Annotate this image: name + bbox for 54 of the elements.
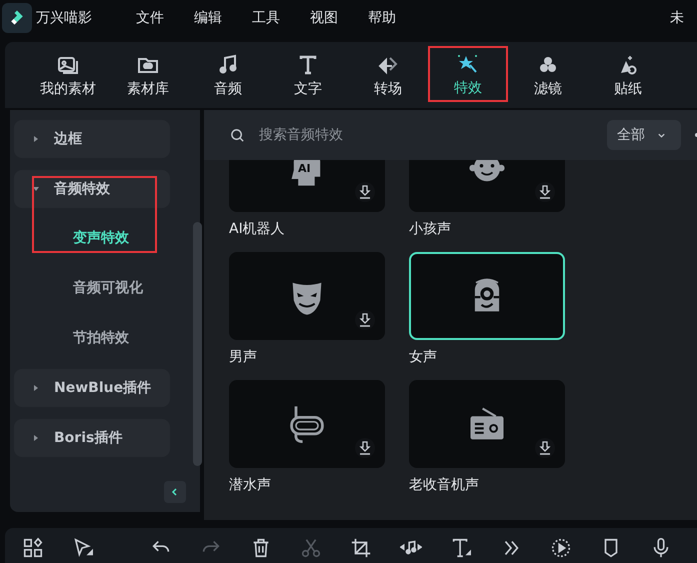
- layout-icon[interactable]: [22, 537, 44, 559]
- effect-label: 潜水声: [229, 476, 272, 494]
- subcategory-item[interactable]: 节拍特效: [14, 313, 170, 363]
- document-title: 未: [670, 9, 684, 27]
- media-tab[interactable]: 我的素材: [28, 42, 108, 108]
- menu-item[interactable]: 帮助: [368, 9, 396, 27]
- media-tab[interactable]: 特效: [428, 46, 508, 102]
- menu-item[interactable]: 视图: [310, 9, 338, 27]
- category-item[interactable]: Boris插件: [14, 419, 170, 457]
- media-tab[interactable]: 贴纸: [588, 42, 668, 108]
- caret-icon: [32, 384, 40, 392]
- category-item[interactable]: 边框: [14, 120, 170, 158]
- media-tab[interactable]: 转场: [348, 42, 428, 108]
- scrollbar[interactable]: [193, 222, 202, 466]
- download-icon[interactable]: [535, 182, 555, 202]
- effect-label: 女声: [409, 348, 438, 366]
- effect-card[interactable]: AI: [229, 160, 385, 212]
- caret-icon: [32, 185, 40, 193]
- subcategory-item[interactable]: 音频可视化: [14, 263, 170, 313]
- media-tab[interactable]: 滤镜: [508, 42, 588, 108]
- collapse-button[interactable]: [164, 481, 186, 503]
- effect-label: AI机器人: [229, 220, 286, 238]
- media-tab[interactable]: 音频: [188, 42, 268, 108]
- download-icon[interactable]: [355, 310, 375, 330]
- caret-icon: [32, 434, 40, 442]
- play-circle-icon[interactable]: [550, 537, 572, 559]
- effect-label: 老收音机声: [409, 476, 480, 494]
- app-name: 万兴喵影: [36, 9, 92, 27]
- media-tab[interactable]: 素材库: [108, 42, 188, 108]
- download-icon[interactable]: [355, 182, 375, 202]
- caret-icon: [32, 135, 40, 143]
- effect-label: 男声: [229, 348, 258, 366]
- robot-label: AI: [298, 162, 311, 175]
- category-item[interactable]: 音频特效: [14, 170, 170, 208]
- download-icon[interactable]: [355, 438, 375, 458]
- menu-item[interactable]: 工具: [252, 9, 280, 27]
- filter-dropdown[interactable]: 全部: [607, 120, 681, 150]
- download-icon[interactable]: [535, 438, 555, 458]
- effect-card[interactable]: [409, 252, 565, 340]
- media-tab[interactable]: 文字: [268, 42, 348, 108]
- crop-icon[interactable]: [350, 537, 372, 559]
- category-item[interactable]: NewBlue插件: [14, 369, 170, 407]
- text-icon[interactable]: [450, 537, 472, 559]
- menu-item[interactable]: 文件: [136, 9, 164, 27]
- search-icon: [230, 128, 245, 142]
- menu-item[interactable]: 编辑: [194, 9, 222, 27]
- app-logo-icon: [2, 3, 32, 33]
- search-field[interactable]: 搜索音频特效: [257, 126, 561, 144]
- effect-label: 小孩声: [409, 220, 452, 238]
- effect-card[interactable]: [229, 380, 385, 468]
- pointer-icon[interactable]: [72, 537, 94, 559]
- subcategory-item[interactable]: 变声特效: [14, 213, 170, 263]
- effect-card[interactable]: [229, 252, 385, 340]
- effect-card[interactable]: [409, 380, 565, 468]
